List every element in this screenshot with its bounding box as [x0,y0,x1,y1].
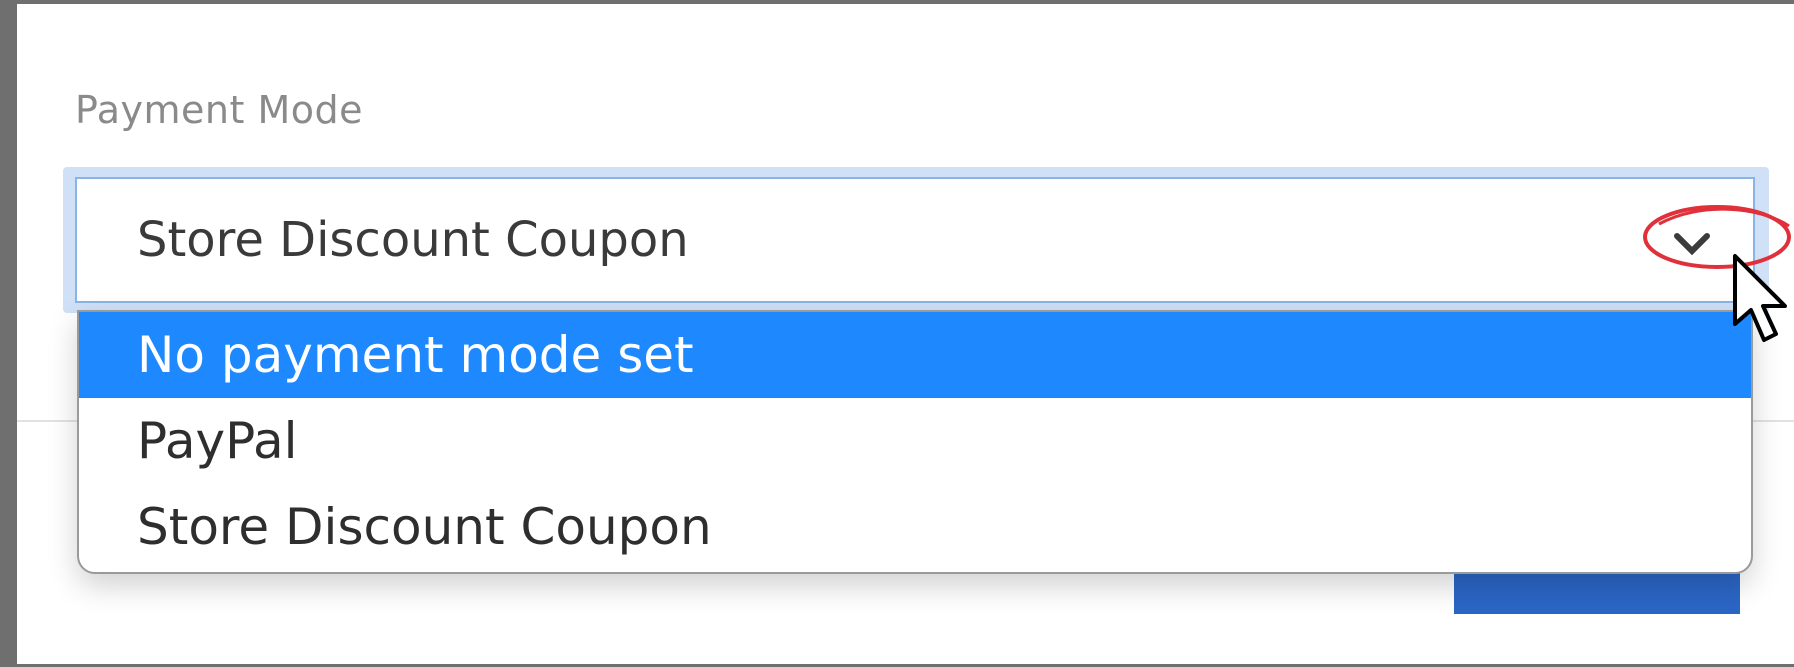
dropdown-option-paypal[interactable]: PayPal [79,398,1751,484]
payment-mode-select[interactable]: Store Discount Coupon [75,177,1755,303]
payment-modal: Payment Mode Store Discount Coupon No pa… [17,4,1794,664]
screen-frame: Payment Mode Store Discount Coupon No pa… [0,0,1794,667]
payment-mode-dropdown: No payment mode set PayPal Store Discoun… [77,310,1753,574]
dropdown-option-store-discount-coupon[interactable]: Store Discount Coupon [79,484,1751,570]
mouse-cursor-icon [1733,254,1787,342]
payment-mode-label: Payment Mode [75,88,363,132]
dropdown-option-no-payment-mode[interactable]: No payment mode set [79,312,1751,398]
payment-mode-select-value: Store Discount Coupon [137,212,689,268]
